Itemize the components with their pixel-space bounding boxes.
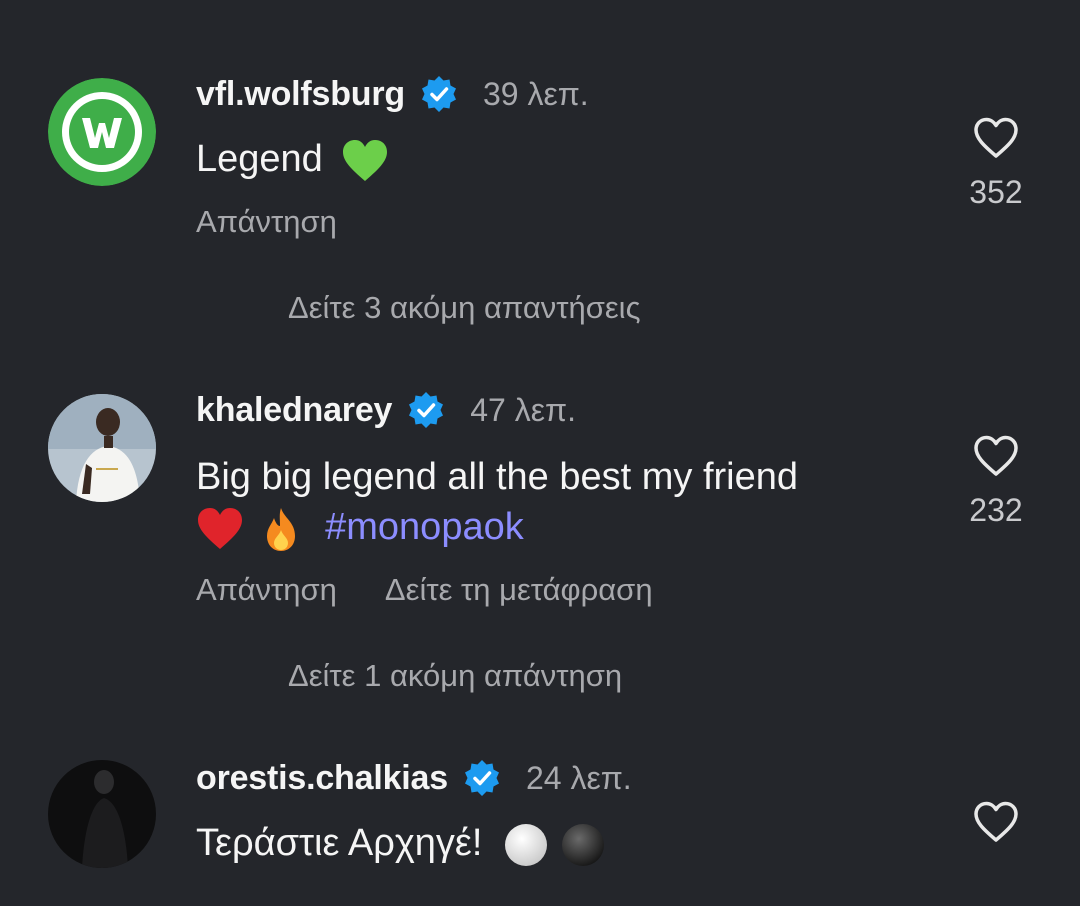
like-block: [960, 800, 1032, 858]
comment-text-content: Legend: [196, 138, 323, 180]
heart-outline-icon[interactable]: [972, 800, 1020, 844]
fire-icon: [266, 507, 295, 551]
username[interactable]: vfl.wolfsburg: [196, 75, 405, 114]
verified-badge-icon: [421, 76, 456, 112]
comment-text-line: Big big legend all the best my friend: [196, 456, 799, 498]
wolfsburg-logo-icon: [48, 78, 156, 186]
view-more-replies-button[interactable]: Δείτε 1 ακόμη απάντηση: [288, 658, 622, 694]
comment-text: Legend: [196, 134, 389, 184]
like-block: 352: [960, 116, 1032, 211]
timestamp: 39 λεπ.: [482, 75, 589, 112]
comment-text-line: #monopaok: [196, 502, 798, 552]
like-count: 352: [969, 174, 1023, 210]
comment-text: Big big legend all the best my friend #m…: [196, 452, 798, 552]
comment-text-content: Τεράστιε Αρχηγέ!: [196, 822, 483, 864]
timestamp: 24 λεπ.: [525, 759, 632, 796]
comment-text: Τεράστιε Αρχηγέ!: [196, 818, 606, 868]
reply-button[interactable]: Απάντηση: [196, 204, 337, 240]
white-circle-icon: [504, 823, 547, 866]
view-more-replies-button[interactable]: Δείτε 3 ακόμη απαντήσεις: [288, 290, 641, 326]
portrait-photo-icon: [48, 760, 156, 868]
timestamp: 47 λεπ.: [470, 391, 576, 428]
comment-actions: Απάντηση Δείτε τη μετάφραση: [196, 572, 701, 608]
green-heart-icon: [343, 139, 388, 181]
comment-header: khalednarey 47 λεπ.: [196, 390, 576, 430]
username[interactable]: orestis.chalkias: [196, 759, 448, 798]
comment-header: orestis.chalkias 24 λεπ.: [196, 758, 632, 798]
reply-button[interactable]: Απάντηση: [196, 572, 337, 608]
avatar[interactable]: [48, 394, 156, 502]
black-circle-icon: [561, 823, 604, 866]
see-translation-button[interactable]: Δείτε τη μετάφραση: [385, 572, 653, 608]
comment-actions: Απάντηση: [196, 204, 385, 240]
avatar[interactable]: [48, 760, 156, 868]
verified-badge-icon: [464, 760, 499, 796]
avatar[interactable]: [48, 78, 156, 186]
heart-outline-icon[interactable]: [972, 434, 1020, 478]
comment-header: vfl.wolfsburg 39 λεπ.: [196, 74, 589, 114]
hashtag-link[interactable]: #monopaok: [325, 506, 524, 548]
verified-badge-icon: [409, 392, 444, 428]
red-heart-icon: [198, 507, 242, 549]
username[interactable]: khalednarey: [196, 391, 392, 430]
like-block: 232: [960, 434, 1032, 529]
heart-outline-icon[interactable]: [972, 116, 1020, 160]
like-count: 232: [969, 492, 1023, 528]
player-photo-icon: [48, 394, 156, 502]
